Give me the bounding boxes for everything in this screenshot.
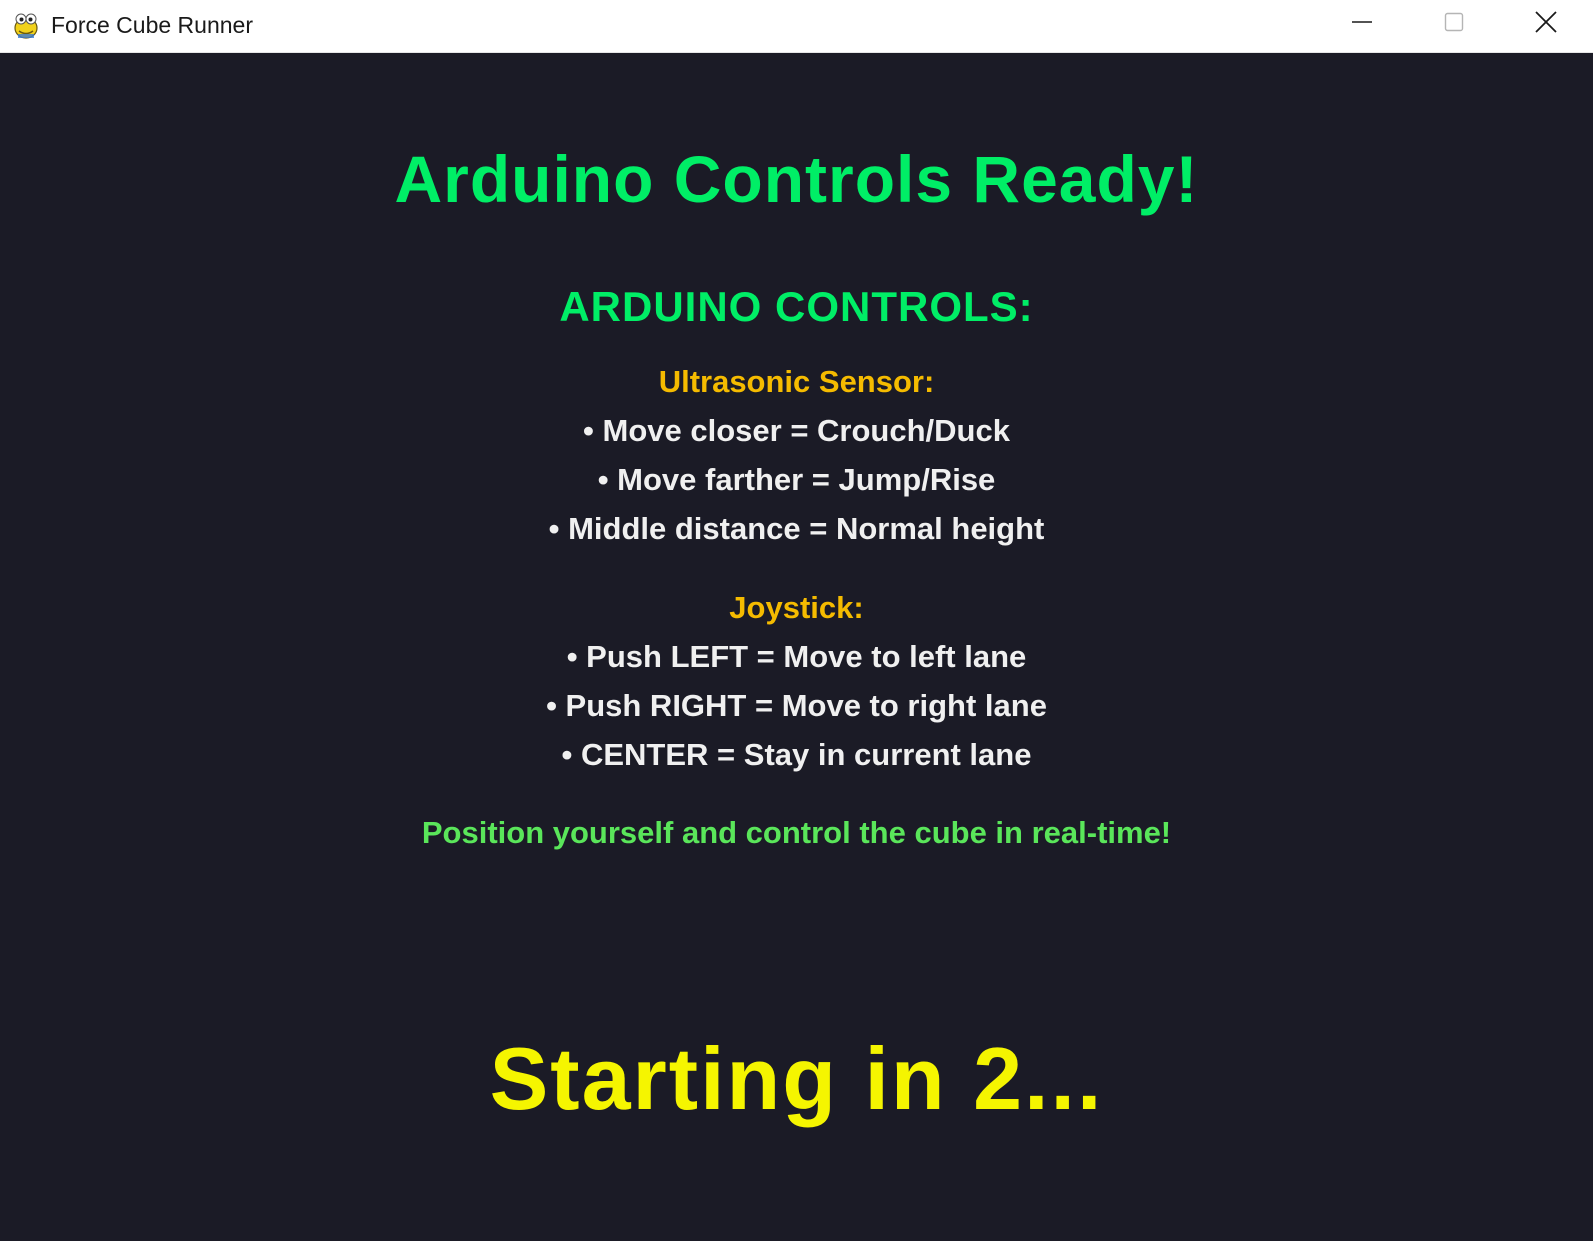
ultrasonic-section-title: Ultrasonic Sensor:: [658, 364, 935, 399]
control-instruction: • Push LEFT = Move to left lane: [566, 639, 1027, 674]
game-screen: Arduino Controls Ready! ARDUINO CONTROLS…: [0, 53, 1593, 1241]
control-instruction: • Move closer = Crouch/Duck: [583, 413, 1010, 448]
close-icon: [1534, 10, 1558, 39]
realtime-note: Position yourself and control the cube i…: [421, 815, 1172, 850]
controls-heading: ARDUINO CONTROLS:: [559, 283, 1034, 330]
close-button[interactable]: [1502, 0, 1590, 48]
control-instruction: • Push RIGHT = Move to right lane: [546, 688, 1047, 723]
countdown-text: Starting in 2...: [489, 1029, 1104, 1128]
window-title: Force Cube Runner: [51, 12, 253, 38]
game-window: Force Cube Runner Arduino Controls Ready…: [0, 0, 1593, 1241]
pygame-snake-icon: [12, 10, 40, 40]
control-instruction: • Move farther = Jump/Rise: [597, 462, 996, 497]
control-instruction: • CENTER = Stay in current lane: [561, 737, 1032, 772]
title-bar[interactable]: Force Cube Runner: [0, 0, 1593, 53]
maximize-icon: [1443, 11, 1465, 38]
minimize-icon: [1351, 11, 1373, 38]
minimize-button[interactable]: [1318, 0, 1406, 48]
ready-heading: Arduino Controls Ready!: [394, 142, 1199, 216]
control-instruction: • Middle distance = Normal height: [548, 511, 1045, 546]
maximize-button[interactable]: [1410, 0, 1498, 48]
joystick-section-title: Joystick:: [729, 590, 864, 625]
